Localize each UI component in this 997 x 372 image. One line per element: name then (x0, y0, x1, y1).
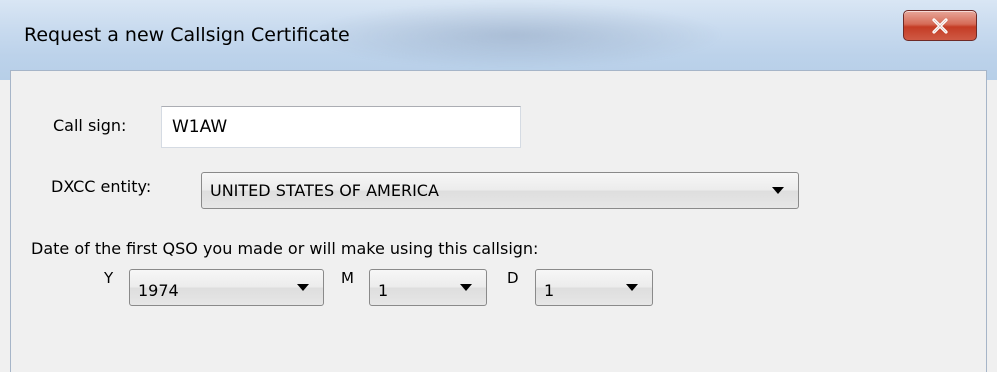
dxcc-select[interactable]: UNITED STATES OF AMERICA (201, 172, 799, 209)
dxcc-label: DXCC entity: (51, 177, 152, 196)
chevron-down-icon (460, 284, 472, 291)
dialog-body: Call sign: W1AW DXCC entity: UNITED STAT… (10, 70, 987, 372)
day-select-value: 1 (544, 281, 555, 300)
month-select[interactable]: 1 (369, 269, 487, 306)
chevron-down-icon (772, 187, 784, 194)
date-prompt: Date of the first QSO you made or will m… (31, 239, 539, 258)
callsign-input[interactable]: W1AW (161, 106, 521, 148)
year-label: Y (104, 269, 114, 287)
chevron-down-icon (626, 284, 638, 291)
day-select[interactable]: 1 (535, 269, 653, 306)
dxcc-select-value: UNITED STATES OF AMERICA (210, 181, 439, 200)
chevron-down-icon (297, 284, 309, 291)
window-title: Request a new Callsign Certificate (24, 24, 350, 46)
close-icon (904, 11, 976, 40)
year-select[interactable]: 1974 (129, 269, 324, 306)
callsign-label: Call sign: (53, 116, 127, 135)
title-bar: Request a new Callsign Certificate (0, 0, 997, 80)
background-blur (305, 2, 725, 68)
day-label: D (507, 269, 519, 287)
month-select-value: 1 (378, 281, 389, 300)
close-button[interactable] (903, 10, 977, 41)
year-select-value: 1974 (138, 281, 179, 300)
month-label: M (341, 269, 354, 287)
